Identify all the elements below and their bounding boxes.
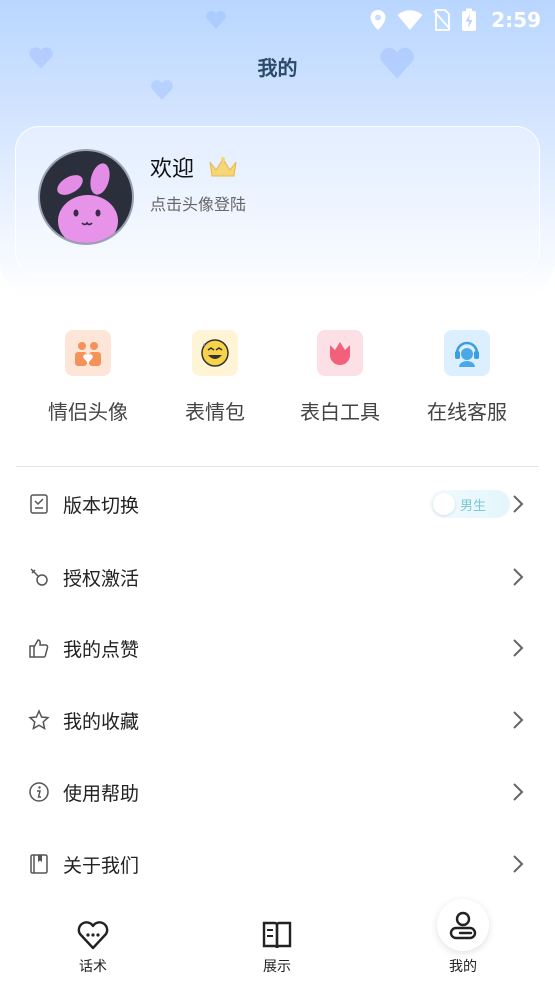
section-divider bbox=[16, 466, 539, 467]
chevron-right-icon bbox=[513, 639, 524, 657]
page-title: 我的 bbox=[257, 56, 298, 80]
quick-action-label: 情侣头像 bbox=[48, 400, 128, 424]
chevron-right-icon bbox=[513, 855, 524, 873]
menu-item-my-likes[interactable]: 我的点赞 bbox=[0, 618, 555, 678]
profile-icon bbox=[449, 911, 477, 940]
tab-scripts[interactable]: 话术 bbox=[43, 918, 143, 976]
crown-icon bbox=[209, 157, 237, 177]
star-icon bbox=[28, 709, 50, 731]
welcome-row: 欢迎 bbox=[150, 151, 238, 183]
pink-bunny-avatar-icon bbox=[57, 163, 118, 243]
quick-action-confession-tool[interactable]: 表白工具 bbox=[275, 330, 405, 425]
battery-charging-icon bbox=[462, 8, 477, 31]
profile-card: 欢迎 点击头像登陆 bbox=[15, 126, 540, 276]
customer-service-icon bbox=[444, 330, 490, 376]
quick-action-label: 表情包 bbox=[185, 400, 245, 424]
status-bar: 2:59 bbox=[0, 0, 555, 40]
wifi-icon bbox=[397, 10, 423, 30]
login-hint[interactable]: 点击头像登陆 bbox=[150, 191, 246, 215]
chevron-right-icon bbox=[513, 568, 524, 586]
tab-mine-active[interactable] bbox=[437, 899, 489, 951]
status-time: 2:59 bbox=[491, 8, 541, 32]
quick-action-couple-avatar[interactable]: 情侣头像 bbox=[23, 330, 153, 425]
quick-action-customer-service[interactable]: 在线客服 bbox=[402, 330, 532, 425]
welcome-text: 欢迎 bbox=[150, 157, 195, 182]
info-icon bbox=[29, 782, 49, 802]
chevron-right-icon bbox=[513, 783, 524, 801]
tab-display[interactable]: 展示 bbox=[227, 918, 327, 976]
gender-toggle-label: 男生 bbox=[460, 498, 487, 514]
quick-action-label: 表白工具 bbox=[300, 400, 380, 424]
menu-item-help[interactable]: 使用帮助 bbox=[0, 762, 555, 822]
gender-toggle[interactable]: 男生 bbox=[430, 490, 510, 518]
book-icon bbox=[30, 854, 48, 874]
menu-item-version-switch[interactable]: 版本切换 男生 bbox=[0, 474, 555, 534]
tulip-icon bbox=[317, 330, 363, 376]
menu-item-favorites[interactable]: 我的收藏 bbox=[0, 690, 555, 750]
quick-action-label: 在线客服 bbox=[427, 400, 507, 424]
menu-item-label: 授权激活 bbox=[63, 567, 140, 590]
toggle-knob bbox=[433, 493, 455, 515]
quick-action-emoji[interactable]: 表情包 bbox=[150, 330, 280, 425]
key-icon bbox=[30, 568, 48, 586]
heart-decoration-icon bbox=[151, 80, 173, 100]
location-icon bbox=[370, 10, 386, 30]
couple-avatar-icon bbox=[65, 330, 111, 376]
menu-item-about-us[interactable]: 关于我们 bbox=[0, 834, 555, 894]
no-sim-icon bbox=[433, 9, 451, 31]
menu-item-authorize[interactable]: 授权激活 bbox=[0, 547, 555, 607]
thumbs-up-icon bbox=[29, 639, 49, 658]
chevron-right-icon bbox=[513, 495, 524, 513]
menu-item-label: 版本切换 bbox=[63, 494, 140, 517]
menu-item-label: 我的收藏 bbox=[63, 710, 140, 733]
open-book-icon bbox=[262, 921, 292, 949]
avatar[interactable] bbox=[38, 149, 134, 245]
menu-item-label: 我的点赞 bbox=[63, 638, 140, 661]
chevron-right-icon bbox=[513, 711, 524, 729]
menu-item-label: 使用帮助 bbox=[63, 782, 140, 805]
menu-item-label: 关于我们 bbox=[63, 854, 140, 877]
tab-label: 话术 bbox=[79, 959, 107, 975]
heart-chat-icon bbox=[77, 921, 109, 950]
tab-label: 展示 bbox=[263, 959, 291, 975]
version-switch-icon bbox=[30, 494, 48, 514]
tab-label: 我的 bbox=[449, 959, 477, 975]
emoji-icon bbox=[192, 330, 238, 376]
quick-actions-row: 情侣头像 表情包 表白工具 在线客服 bbox=[0, 330, 555, 440]
